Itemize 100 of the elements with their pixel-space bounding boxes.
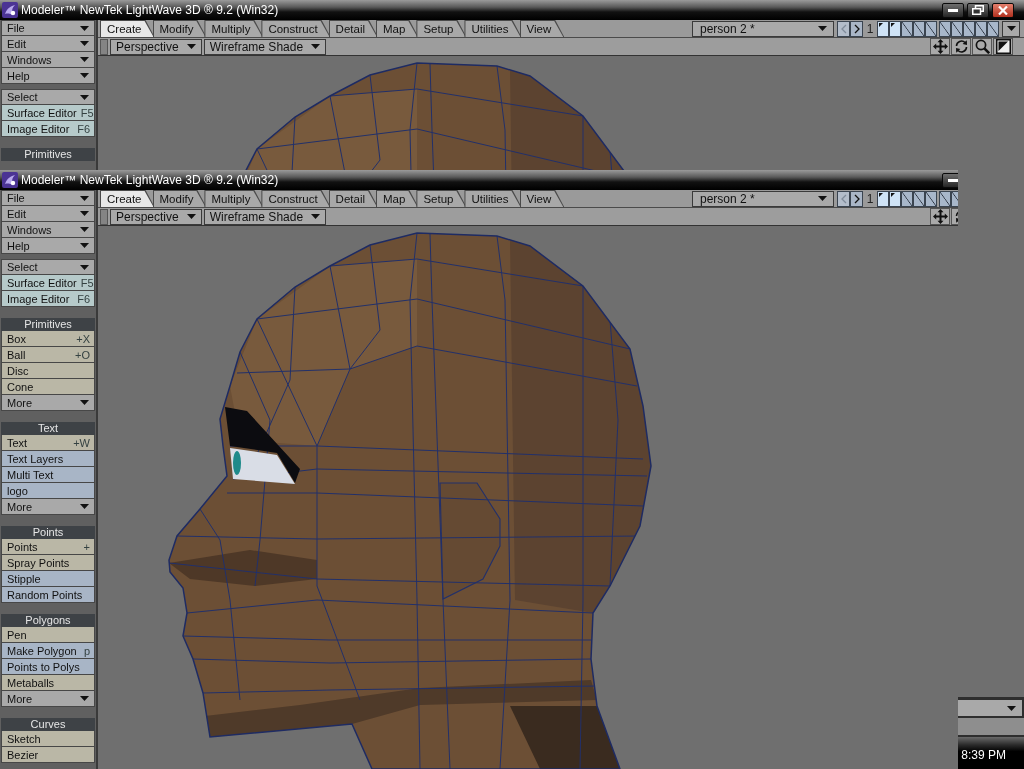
view-dropdown[interactable]: Perspective	[110, 38, 202, 55]
minimize-button[interactable]	[942, 172, 958, 188]
tool-button[interactable]: Random Points	[1, 587, 95, 603]
tool-button[interactable]: Image Editor F6	[1, 291, 95, 307]
chevron-right-icon	[853, 23, 860, 34]
dropdown-field[interactable]	[958, 700, 1022, 716]
view-dropdown[interactable]: Perspective	[110, 208, 202, 225]
tab[interactable]: Construct	[261, 20, 331, 37]
menu-dropdown[interactable]: File	[1, 20, 95, 36]
tab[interactable]: View	[519, 20, 565, 37]
menu-dropdown[interactable]: Help	[1, 238, 95, 254]
caret-icon	[1006, 26, 1016, 31]
next-layer-button[interactable]	[850, 20, 863, 37]
caret-icon	[186, 214, 196, 219]
tool-button[interactable]: Cone	[1, 379, 95, 395]
tool-button[interactable]: Stipple	[1, 571, 95, 587]
tool-button[interactable]: Make Polygon p	[1, 643, 95, 659]
caret-icon	[80, 504, 89, 509]
menu-dropdown[interactable]: File	[1, 190, 95, 206]
restore-button[interactable]	[967, 2, 989, 18]
chevron-right-icon	[853, 193, 860, 204]
tool-button[interactable]: Box +X	[1, 331, 95, 347]
tool-button[interactable]: Metaballs	[1, 675, 95, 691]
tab[interactable]: Map	[376, 20, 419, 37]
tool-button[interactable]: Multi Text	[1, 467, 95, 483]
tab[interactable]: Utilities	[464, 190, 522, 207]
tab[interactable]: View	[519, 190, 565, 207]
tab[interactable]: Detail	[328, 190, 378, 207]
caret-icon	[186, 44, 196, 49]
menu-dropdown[interactable]: More	[1, 691, 95, 707]
section-header: Points	[1, 526, 95, 539]
caret-icon	[80, 696, 89, 701]
view-dropdown[interactable]: Wireframe Shade	[203, 38, 327, 55]
tool-button[interactable]: Surface Editor F5	[1, 275, 95, 291]
object-dropdown[interactable]: person 2 *	[692, 190, 834, 207]
layer-button[interactable]	[889, 20, 901, 37]
layer-button[interactable]	[877, 190, 889, 207]
tab[interactable]: Map	[376, 190, 419, 207]
tab[interactable]: Utilities	[464, 20, 522, 37]
menu-dropdown[interactable]: Edit	[1, 206, 95, 222]
tool-button[interactable]: Disc	[1, 363, 95, 379]
layer-button[interactable]	[877, 20, 889, 37]
tool-button[interactable]: logo	[1, 483, 95, 499]
tab[interactable]: Setup	[416, 190, 467, 207]
object-dropdown[interactable]: person 2 *	[692, 20, 834, 37]
magnifier-icon	[974, 39, 990, 54]
tool-button[interactable]: Text +W	[1, 435, 95, 451]
menu-dropdown[interactable]: More	[1, 499, 95, 515]
zoom-tool-button[interactable]	[972, 38, 992, 55]
tool-button[interactable]: Points +	[1, 539, 95, 555]
tool-button[interactable]: Surface Editor F5	[1, 105, 95, 121]
tab[interactable]: Create	[100, 20, 155, 37]
maximize-view-button[interactable]	[993, 38, 1013, 55]
menu-dropdown[interactable]: Select	[1, 89, 95, 105]
shortcut-label: F6	[77, 122, 90, 135]
tool-button[interactable]: Spray Points	[1, 555, 95, 571]
tab[interactable]: Create	[100, 190, 155, 207]
tool-button[interactable]: Text Layers	[1, 451, 95, 467]
minimize-button[interactable]	[942, 2, 964, 18]
move-icon	[932, 209, 948, 224]
tool-button[interactable]: Pen	[1, 627, 95, 643]
toolbar-grip[interactable]	[100, 208, 108, 225]
shortcut-label: +O	[75, 348, 90, 361]
toolbar-grip[interactable]	[100, 38, 108, 55]
tab[interactable]: Modify	[152, 190, 207, 207]
section-header: Text	[1, 422, 95, 435]
next-layer-button[interactable]	[850, 190, 863, 207]
shortcut-label: p	[83, 644, 90, 657]
caret-icon	[818, 26, 827, 31]
menu-dropdown[interactable]: Windows	[1, 52, 95, 68]
tab[interactable]: Setup	[416, 20, 467, 37]
tool-button[interactable]: Ball +O	[1, 347, 95, 363]
close-button[interactable]	[992, 2, 1014, 18]
caret-icon	[80, 94, 89, 100]
caret-icon	[311, 44, 321, 49]
tool-button[interactable]: Points to Polys	[1, 659, 95, 675]
menu-dropdown[interactable]: Help	[1, 68, 95, 84]
caret-icon	[80, 25, 89, 31]
tab[interactable]: Multiply	[204, 190, 264, 207]
tab[interactable]: Construct	[261, 190, 331, 207]
tab[interactable]: Modify	[152, 20, 207, 37]
tab[interactable]: Detail	[328, 20, 378, 37]
layer-button[interactable]	[889, 190, 901, 207]
caret-icon	[80, 400, 89, 405]
caret-icon	[80, 57, 89, 62]
move-tool-button[interactable]	[930, 38, 950, 55]
menu-dropdown[interactable]: More	[1, 395, 95, 411]
view-dropdown[interactable]: Wireframe Shade	[203, 208, 327, 225]
layer-menu-button[interactable]	[1002, 20, 1020, 37]
tab[interactable]: Multiply	[204, 20, 264, 37]
rotate-tool-button[interactable]	[951, 38, 971, 55]
caret-icon	[80, 227, 89, 232]
move-tool-button[interactable]	[930, 208, 950, 225]
menu-dropdown[interactable]: Windows	[1, 222, 95, 238]
menu-dropdown[interactable]: Select	[1, 259, 95, 275]
tool-button[interactable]: Bezier	[1, 747, 95, 763]
menu-dropdown[interactable]: Edit	[1, 36, 95, 52]
caret-icon	[80, 243, 89, 248]
tool-button[interactable]: Sketch	[1, 731, 95, 747]
tool-button[interactable]: Image Editor F6	[1, 121, 95, 137]
